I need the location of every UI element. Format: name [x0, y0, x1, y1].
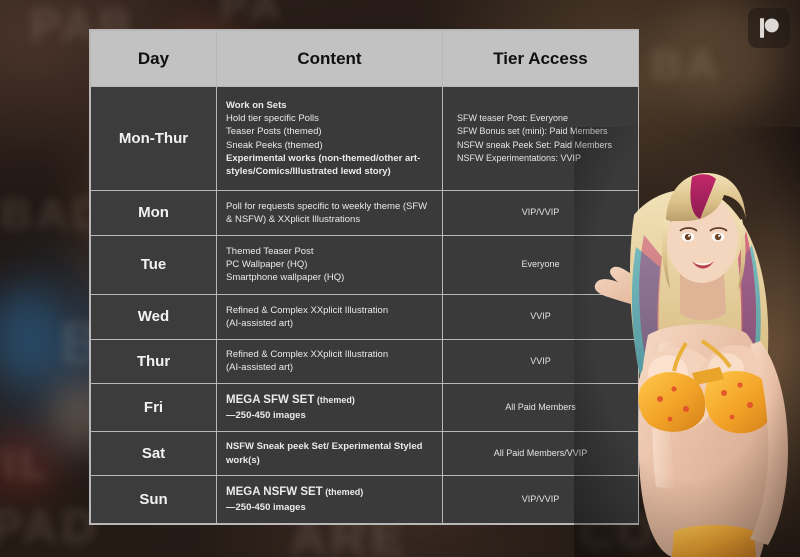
content-cell: Refined & Complex XXplicit Illustration(… — [216, 338, 443, 385]
tier-access-cell: SFW teaser Post: Everyone SFW Bonus set (… — [442, 85, 639, 192]
day-cell: Thur — [90, 338, 217, 385]
header-row: Day Content Tier Access — [90, 30, 639, 87]
tier-access-cell: All Paid Members — [442, 383, 639, 432]
tier-line: SFW teaser Post: Everyone — [457, 112, 569, 123]
ghost-word: PA — [220, 0, 284, 29]
tier-line: VVIP — [530, 311, 551, 322]
day-cell: Sun — [90, 475, 217, 524]
table-row: Sun MEGA NSFW SET (themed) —250-450 images… — [90, 475, 639, 524]
day-cell: Sat — [90, 430, 217, 477]
table-row: Sat NSFW Sneak peek Set/ Experimental Sty… — [90, 430, 639, 477]
tier-access-cell: VVIP — [442, 338, 639, 385]
table-row: Thur Refined & Complex XXplicit Illustrat… — [90, 338, 639, 385]
tier-access-cell: All Paid Members/VVIP — [442, 430, 639, 477]
column-header-content: Content — [216, 30, 443, 87]
day-cell: Fri — [90, 383, 217, 432]
content-line: Smartphone wallpaper (HQ) — [226, 272, 345, 284]
tier-line: All Paid Members — [505, 401, 576, 412]
table-row: Mon-Thur Work on Sets Hold tier specific P… — [90, 85, 639, 192]
ghost-word: BA — [650, 40, 722, 89]
content-line-suffix: (themed) — [314, 394, 355, 405]
content-line: —250-450 images — [226, 502, 306, 514]
patreon-badge[interactable] — [748, 8, 790, 48]
content-line: Teaser Posts (themed) — [226, 126, 322, 138]
content-line: Refined & Complex XXplicit Illustration — [226, 304, 389, 316]
schedule-table-container: Day Content Tier Access Mon-Thur Work on … — [89, 29, 639, 525]
content-line: Hold tier specific Polls — [226, 113, 319, 125]
content-cell: MEGA SFW SET (themed) —250-450 images — [216, 383, 443, 432]
content-line: MEGA NSFW SET (themed) — [226, 486, 364, 499]
schedule-infographic: PAB BAR BAD BAD PAD ARE CO PA BA VIL Day… — [0, 0, 800, 557]
table-row: Fri MEGA SFW SET (themed) —250-450 images A… — [90, 383, 639, 432]
tier-line: NSFW sneak Peek Set: Paid Members — [457, 139, 613, 150]
day-cell: Mon — [90, 190, 217, 236]
content-line: —250-450 images — [226, 409, 306, 421]
content-line: Work on Sets — [226, 100, 287, 112]
content-line: Refined & Complex XXplicit Illustration — [226, 349, 389, 361]
content-line: (AI-assisted art) — [226, 317, 294, 329]
table-header: Day Content Tier Access — [90, 30, 639, 87]
patreon-logo-icon — [760, 18, 779, 38]
tier-line: VVIP — [530, 355, 551, 366]
content-cell: NSFW Sneak peek Set/ Experimental Styled… — [216, 430, 443, 477]
tier-line: Everyone — [521, 259, 560, 270]
tier-line: VIP/VVIP — [521, 207, 560, 218]
column-header-tier: Tier Access — [442, 30, 639, 87]
content-line: MEGA SFW SET (themed) — [226, 393, 355, 406]
content-cell: MEGA NSFW SET (themed) —250-450 images — [216, 475, 443, 524]
content-line: NSFW Sneak peek Set/ Experimental Styled… — [226, 441, 423, 466]
day-cell: Tue — [90, 234, 217, 296]
day-cell: Wed — [90, 294, 217, 340]
table-row: Mon Poll for requests specific to weekly … — [90, 190, 639, 236]
tier-access-cell: VIP/VVIP — [442, 475, 639, 524]
column-header-day: Day — [90, 30, 217, 87]
table-body: Mon-Thur Work on Sets Hold tier specific P… — [90, 85, 639, 524]
tier-access-cell: VIP/VVIP — [442, 190, 639, 236]
tier-access-cell: VVIP — [442, 294, 639, 340]
content-cell: Poll for requests specific to weekly the… — [216, 190, 443, 236]
content-line: Sneak Peeks (themed) — [226, 139, 323, 151]
tier-line: All Paid Members/VVIP — [493, 447, 588, 458]
tier-access-cell: Everyone — [442, 234, 639, 296]
content-line: PC Wallpaper (HQ) — [226, 259, 308, 271]
content-line: Poll for requests specific to weekly the… — [226, 200, 428, 225]
content-cell: Themed Teaser Post PC Wallpaper (HQ) Smart… — [216, 234, 443, 296]
day-cell: Mon-Thur — [90, 85, 217, 192]
content-cell: Refined & Complex XXplicit Illustration(… — [216, 294, 443, 340]
tier-line: SFW Bonus set (mini): Paid Members — [457, 126, 608, 137]
ghost-word: VIL — [0, 440, 51, 489]
table-row: Tue Themed Teaser Post PC Wallpaper (HQ) Sm… — [90, 234, 639, 296]
content-cell: Work on Sets Hold tier specific Polls Teas… — [216, 85, 443, 192]
tier-line: NSFW Experimentations: VVIP — [457, 153, 582, 164]
content-line: Experimental works (non-themed/other art… — [226, 152, 421, 177]
content-line: Themed Teaser Post — [226, 246, 314, 258]
ghost-word: PAD — [0, 501, 100, 554]
tier-line: VIP/VVIP — [521, 493, 560, 504]
schedule-table: Day Content Tier Access Mon-Thur Work on … — [90, 30, 639, 524]
content-line-suffix: (themed) — [322, 487, 364, 498]
table-row: Wed Refined & Complex XXplicit Illustrati… — [90, 294, 639, 340]
content-line: (AI-assisted art) — [226, 362, 294, 374]
